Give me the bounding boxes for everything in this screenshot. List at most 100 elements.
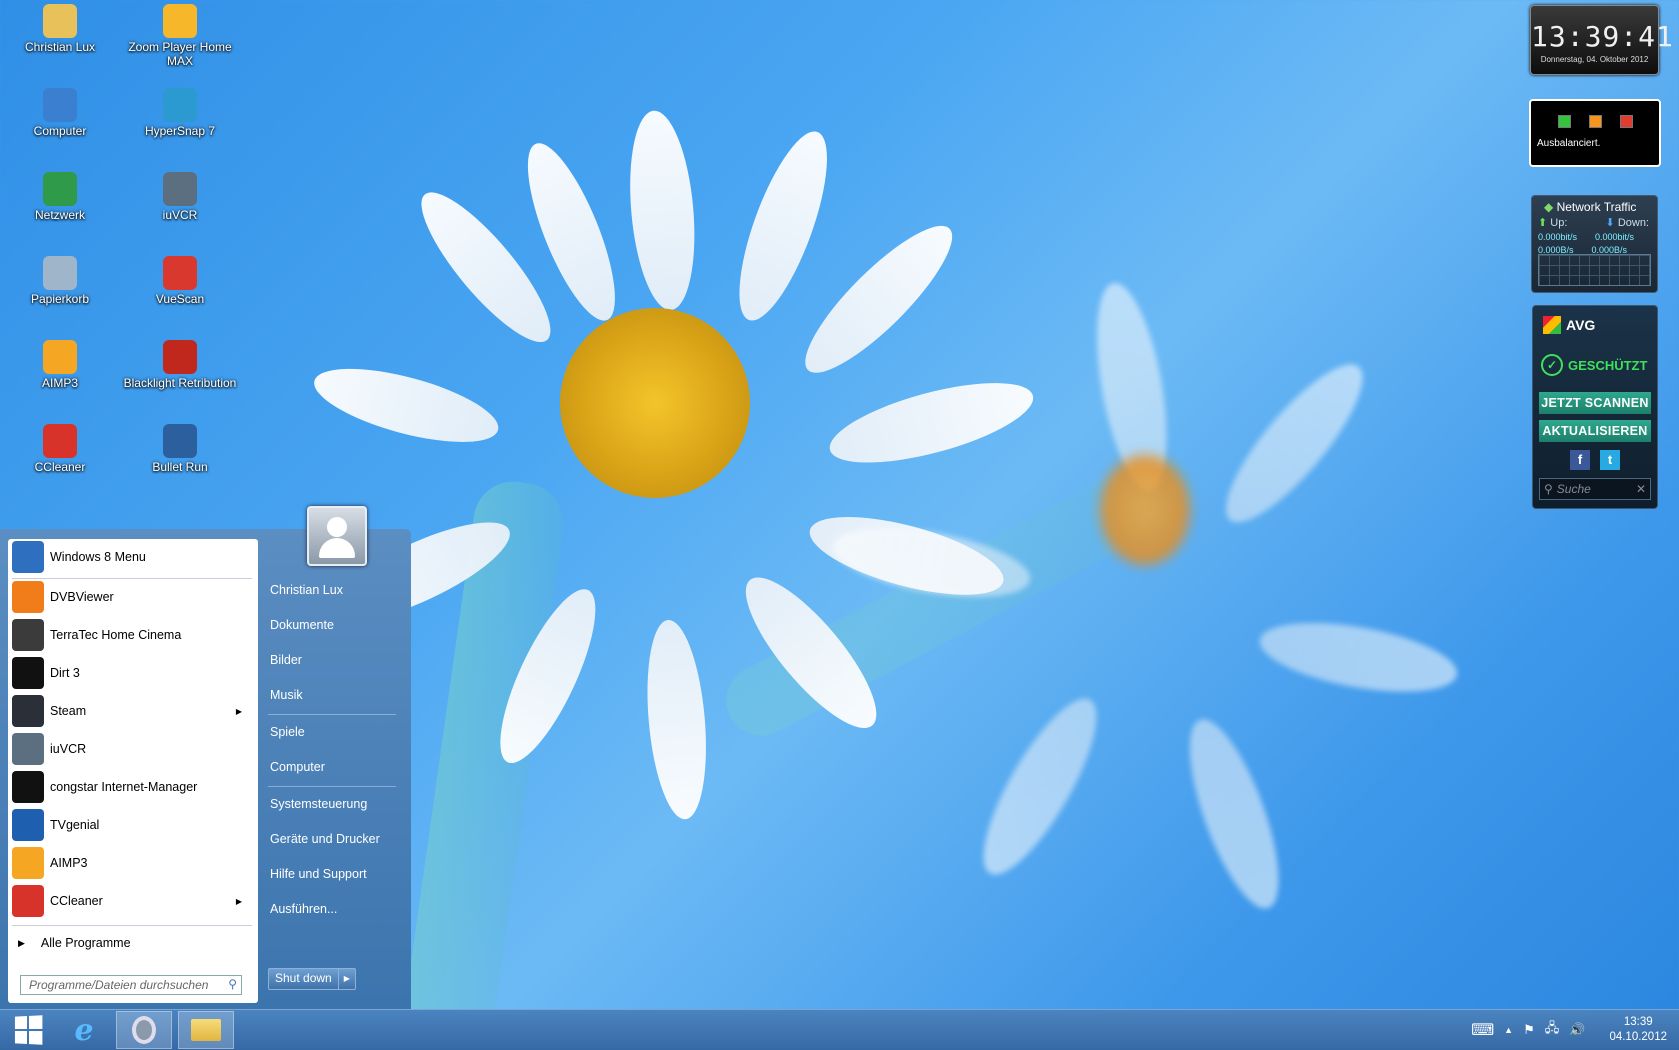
start-menu-link[interactable]: Ausführen... xyxy=(270,902,337,916)
taskbar-clock[interactable]: 13:39 04.10.2012 xyxy=(1609,1015,1667,1045)
close-icon[interactable]: ✕ xyxy=(1636,482,1646,496)
desktop-icon-label: Papierkorb xyxy=(30,292,90,306)
high-performance-flag-icon[interactable] xyxy=(1619,115,1633,128)
balanced-flag-icon[interactable] xyxy=(1588,115,1602,128)
hypersnap-icon xyxy=(163,88,197,122)
desktop-icon[interactable]: Netzwerk xyxy=(0,172,120,222)
desktop-icon[interactable]: Computer xyxy=(0,88,120,138)
power-saver-flag-icon[interactable] xyxy=(1557,115,1571,128)
start-menu-link[interactable]: Dokumente xyxy=(270,618,334,632)
all-programs-button[interactable]: ▶ Alle Programme xyxy=(18,936,131,950)
start-menu-link[interactable]: Systemsteuerung xyxy=(270,797,367,811)
down-bits-value: 0.000bit/s xyxy=(1595,232,1635,242)
user-picture[interactable] xyxy=(307,506,367,566)
vuescan-icon xyxy=(163,256,197,290)
start-menu-item[interactable]: iuVCR xyxy=(12,732,254,766)
taskbar-opera[interactable] xyxy=(116,1011,172,1049)
update-button[interactable]: AKTUALISIEREN xyxy=(1539,420,1651,442)
avg-gadget[interactable]: AVG ✓ GESCHÜTZT JETZT SCANNEN AKTUALISIER… xyxy=(1532,305,1658,509)
desktop-icon[interactable]: AIMP3 xyxy=(0,340,120,390)
start-menu-item-label: TerraTec Home Cinema xyxy=(50,628,182,642)
ccleaner-icon xyxy=(43,424,77,458)
desktop-icon-label: Blacklight Retribution xyxy=(123,376,237,390)
terratec-icon xyxy=(12,619,44,651)
shutdown-options-arrow-icon[interactable]: ▶ xyxy=(339,969,355,989)
taskbar-clock-time: 13:39 xyxy=(1623,1016,1653,1028)
desktop-icon[interactable]: iuVCR xyxy=(120,172,240,222)
start-menu-item-label: TVgenial xyxy=(50,818,100,832)
dirt3-icon xyxy=(12,657,44,689)
desktop-icon[interactable]: VueScan xyxy=(120,256,240,306)
search-icon: ⚲ xyxy=(1544,482,1553,496)
up-label: Up: xyxy=(1550,217,1568,229)
start-menu-link[interactable]: Christian Lux xyxy=(270,583,343,597)
triangle-right-icon: ▶ xyxy=(18,937,25,948)
power-plan-gadget[interactable]: Ausbalanciert. xyxy=(1529,99,1661,167)
folder-icon xyxy=(191,1019,221,1041)
start-menu-link[interactable]: Hilfe und Support xyxy=(270,867,367,881)
start-search-input[interactable]: Programme/Dateien durchsuchen ⚲ xyxy=(20,975,242,995)
desktop-icon-label: Netzwerk xyxy=(34,208,85,222)
search-icon[interactable]: ⚲ xyxy=(228,977,237,991)
opera-icon xyxy=(132,1016,156,1044)
avg-search-placeholder: Suche xyxy=(1556,482,1591,496)
start-menu-item[interactable]: CCleaner ▶ xyxy=(12,884,254,918)
start-menu-item[interactable]: TerraTec Home Cinema xyxy=(12,618,254,652)
desktop-icon[interactable]: Bullet Run xyxy=(120,424,240,474)
start-menu-item[interactable]: congstar Internet-Manager xyxy=(12,770,254,804)
desktop-icon[interactable]: Christian Lux xyxy=(0,4,120,54)
start-menu-link[interactable]: Computer xyxy=(270,760,325,774)
shutdown-button[interactable]: Shut down xyxy=(269,969,339,989)
avg-brand: AVG xyxy=(1566,317,1596,333)
avg-search-input[interactable]: ⚲ Suche ✕ xyxy=(1539,478,1651,500)
start-menu-link[interactable]: Musik xyxy=(270,688,303,702)
action-center-flag-icon[interactable]: ⚑ xyxy=(1523,1022,1535,1038)
start-menu-item-label: DVBViewer xyxy=(50,590,114,604)
internet-explorer-icon: e xyxy=(74,1012,94,1048)
clock-gadget[interactable]: 13:39:41 Donnerstag, 04. Oktober 2012 xyxy=(1530,5,1673,75)
start-menu-item[interactable]: Steam ▶ xyxy=(12,694,254,728)
start-menu-link[interactable]: Spiele xyxy=(270,725,305,739)
menu-separator xyxy=(268,786,396,787)
desktop-icon-label: iuVCR xyxy=(162,208,198,222)
upload-arrow-icon: ⬆ xyxy=(1538,217,1548,229)
bullet-run-icon xyxy=(163,424,197,458)
twitter-icon[interactable]: t xyxy=(1600,450,1620,470)
desktop-icon[interactable]: Papierkorb xyxy=(0,256,120,306)
desktop-icon[interactable]: HyperSnap 7 xyxy=(120,88,240,138)
start-menu-item-label: Steam xyxy=(50,704,87,718)
taskbar-file-explorer[interactable] xyxy=(178,1011,234,1049)
start-menu-link[interactable]: Geräte und Drucker xyxy=(270,832,380,846)
congstar-icon xyxy=(12,771,44,803)
chevron-up-icon[interactable]: ▲ xyxy=(1504,1025,1513,1035)
start-menu-item[interactable]: Windows 8 Menu xyxy=(12,540,254,574)
network-traffic-gadget[interactable]: ◆ Network Traffic ⬆ Up: ⬇ Down: 0.000bit… xyxy=(1531,195,1658,293)
network-status-icon[interactable]: 🖧 xyxy=(1545,1019,1560,1041)
desktop-icon-label: VueScan xyxy=(155,292,205,306)
start-button[interactable] xyxy=(0,1011,56,1049)
tvgenial-icon xyxy=(12,809,44,841)
desktop-icon[interactable]: CCleaner xyxy=(0,424,120,474)
taskbar-clock-date: 04.10.2012 xyxy=(1609,1031,1667,1043)
aimp-icon xyxy=(43,340,77,374)
taskbar-internet-explorer[interactable]: e xyxy=(56,1011,112,1049)
start-menu-item-label: AIMP3 xyxy=(50,856,88,870)
desktop-icon[interactable]: Blacklight Retribution xyxy=(120,340,240,390)
start-menu-item[interactable]: TVgenial xyxy=(12,808,254,842)
menu-separator xyxy=(12,578,252,579)
network-icon: ◆ xyxy=(1544,200,1554,214)
start-menu-link[interactable]: Bilder xyxy=(270,653,302,667)
ccleaner-icon xyxy=(12,885,44,917)
scan-now-button[interactable]: JETZT SCANNEN xyxy=(1539,392,1651,414)
desktop-icon[interactable]: Zoom Player Home MAX xyxy=(120,4,240,68)
desktop-icon-label: Zoom Player Home MAX xyxy=(128,40,232,68)
facebook-icon[interactable]: f xyxy=(1570,450,1590,470)
start-menu-item[interactable]: AIMP3 xyxy=(12,846,254,880)
volume-icon[interactable]: 🔊 xyxy=(1569,1022,1585,1038)
traffic-graph xyxy=(1538,254,1651,286)
keyboard-icon[interactable]: ⌨ xyxy=(1471,1020,1494,1040)
power-plan-status: Ausbalanciert. xyxy=(1537,138,1601,149)
start-menu-item[interactable]: Dirt 3 xyxy=(12,656,254,690)
start-menu-item[interactable]: DVBViewer xyxy=(12,580,254,614)
download-arrow-icon: ⬇ xyxy=(1605,217,1615,229)
